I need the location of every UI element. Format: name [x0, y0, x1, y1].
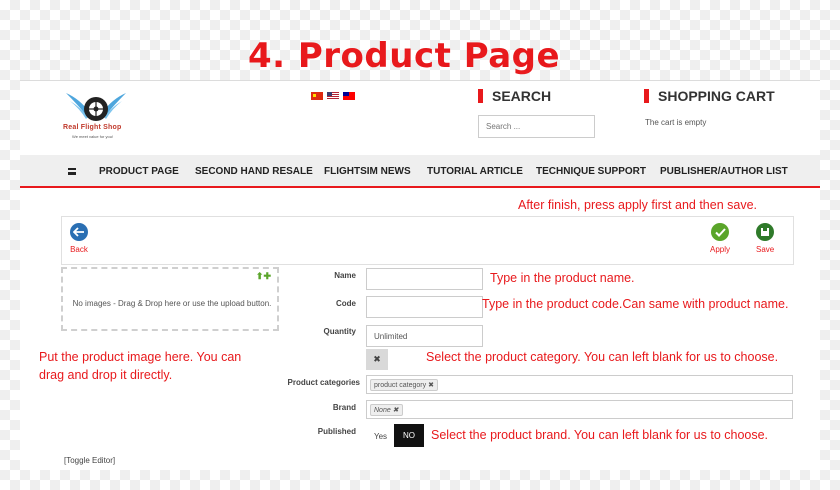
apply-label: Apply	[710, 245, 731, 254]
cart-title: SHOPPING CART	[658, 88, 775, 104]
logo-tagline: We meet value for you!	[72, 134, 114, 139]
slide-title: 4. Product Page	[247, 36, 561, 76]
taiwan-flag-icon[interactable]	[343, 92, 355, 100]
code-input[interactable]	[366, 296, 483, 318]
published-yes-option[interactable]: Yes	[374, 432, 387, 441]
upload-add-icon[interactable]: ⬆✚	[256, 271, 271, 282]
hamburger-menu-icon[interactable]	[68, 168, 76, 175]
quantity-label: Quantity	[323, 327, 356, 336]
cart-heading: SHOPPING CART	[644, 88, 775, 104]
save-label: Save	[756, 245, 775, 254]
code-note: Type in the product code.Can same with p…	[482, 297, 789, 311]
save-button[interactable]: Save	[756, 223, 774, 254]
image-note-line-2: drag and drop it directly.	[39, 368, 173, 382]
heading-bar	[644, 89, 649, 103]
cart-status: The cart is empty	[645, 118, 707, 127]
image-dropzone[interactable]: ⬆✚ No images - Drag & Drop here or use t…	[61, 267, 279, 331]
nav-item-technique-support[interactable]: TECHNIQUE SUPPORT	[536, 166, 646, 177]
brand-tag[interactable]: None ✖	[370, 404, 403, 416]
search-heading: SEARCH	[478, 88, 551, 104]
edit-toolbar: Back Apply Save	[61, 216, 794, 265]
back-button[interactable]: Back	[70, 223, 88, 254]
published-label: Published	[317, 427, 356, 436]
screenshot-panel: Real Flight Shop We meet value for you! …	[20, 80, 820, 470]
apply-save-note: After finish, press apply first and then…	[518, 198, 758, 212]
heading-bar	[478, 89, 483, 103]
code-label: Code	[336, 299, 356, 308]
back-arrow-icon	[70, 223, 88, 241]
brand-note: Select the product brand. You can left b…	[431, 428, 769, 442]
nav-item-second-hand-resale[interactable]: SECOND HAND RESALE	[195, 166, 313, 177]
china-flag-icon[interactable]	[311, 92, 323, 100]
apply-button[interactable]: Apply	[710, 223, 730, 254]
search-input[interactable]	[478, 115, 595, 138]
back-label: Back	[70, 245, 88, 254]
search-title: SEARCH	[492, 88, 552, 104]
check-icon	[711, 223, 729, 241]
nav-item-product-page[interactable]: PRODUCT PAGE	[99, 166, 179, 177]
name-label: Name	[334, 271, 356, 280]
image-note-line-1: Put the product image here. You can	[39, 350, 242, 364]
category-note: Select the product category. You can lef…	[426, 350, 779, 364]
usa-flag-icon[interactable]	[327, 92, 339, 100]
save-disk-icon	[756, 223, 775, 241]
nav-item-flightsim-news[interactable]: FLIGHTSIM NEWS	[324, 166, 411, 177]
name-input[interactable]	[366, 268, 483, 290]
category-tag[interactable]: product category ✖	[370, 379, 438, 391]
language-flags	[311, 92, 355, 100]
quantity-input[interactable]: Unlimited	[366, 325, 483, 347]
clear-category-button[interactable]: ✖	[366, 349, 388, 370]
nav-item-tutorial-article[interactable]: TUTORIAL ARTICLE	[427, 166, 523, 177]
main-nav: PRODUCT PAGE SECOND HAND RESALE FLIGHTSI…	[20, 155, 820, 188]
published-no-option[interactable]: NO	[394, 424, 424, 447]
nav-item-publisher-author-list[interactable]: PUBLISHER/AUTHOR LIST	[660, 166, 788, 177]
logo-name: Real Flight Shop	[63, 124, 122, 131]
name-note: Type in the product name.	[490, 271, 635, 285]
brand-select[interactable]: None ✖	[366, 400, 793, 419]
dropzone-text: No images - Drag & Drop here or use the …	[72, 299, 272, 308]
category-select[interactable]: product category ✖	[366, 375, 793, 394]
category-label: Product categories	[287, 378, 360, 387]
toggle-editor-link[interactable]: [Toggle Editor]	[64, 456, 115, 465]
brand-label: Brand	[332, 403, 356, 412]
